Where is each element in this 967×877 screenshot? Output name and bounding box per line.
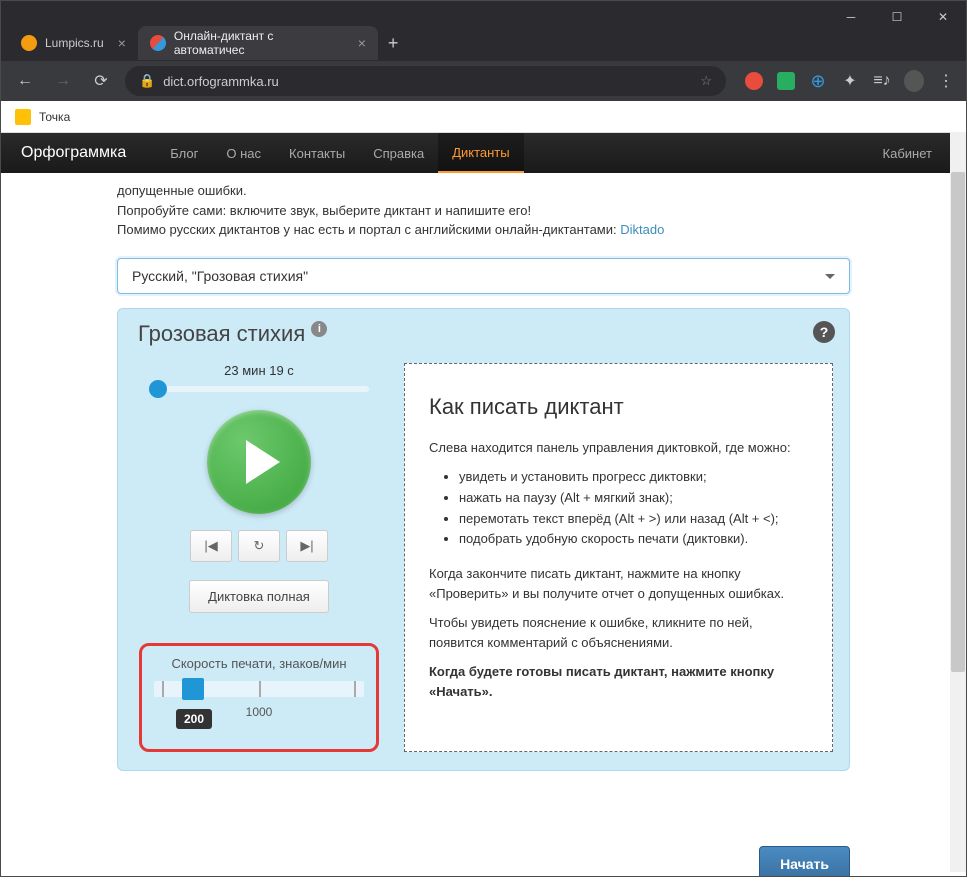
media-controls: |◀ ↻ ▶| bbox=[190, 530, 328, 562]
close-icon[interactable]: × bbox=[358, 35, 366, 51]
instructions-p3: Чтобы увидеть пояснение к ошибке, кликни… bbox=[429, 613, 808, 652]
list-item: подобрать удобную скорость печати (дикто… bbox=[459, 529, 808, 550]
window-controls: ─ ☐ ✕ bbox=[828, 1, 966, 33]
profile-avatar[interactable] bbox=[904, 71, 924, 91]
tab-orfogrammka[interactable]: Онлайн-диктант с автоматичес × bbox=[138, 26, 378, 60]
instructions-p2: Когда закончите писать диктант, нажмите … bbox=[429, 564, 808, 603]
titlebar: ─ ☐ ✕ Lumpics.ru × Онлайн-диктант с авто… bbox=[1, 1, 966, 61]
progress-handle[interactable] bbox=[149, 380, 167, 398]
speed-max-label: 1000 bbox=[246, 705, 273, 719]
site-header: Орфограммка Блог О нас Контакты Справка … bbox=[1, 133, 966, 173]
close-icon[interactable]: × bbox=[118, 35, 126, 51]
repeat-button[interactable]: ↻ bbox=[238, 530, 280, 562]
speed-current-badge: 200 bbox=[176, 709, 212, 729]
scrollbar[interactable] bbox=[950, 132, 966, 872]
next-button[interactable]: ▶| bbox=[286, 530, 328, 562]
mode-button[interactable]: Диктовка полная bbox=[189, 580, 329, 613]
list-item: нажать на паузу (Alt + мягкий знак); bbox=[459, 488, 808, 509]
player-column: 23 мин 19 с |◀ ↻ ▶| Диктовка полная Скор… bbox=[134, 323, 384, 752]
lock-icon: 🔒 bbox=[139, 73, 155, 89]
list-item: перемотать текст вперёд (Alt + >) или на… bbox=[459, 509, 808, 530]
intro-cut: допущенные ошибки. bbox=[117, 181, 850, 201]
back-button[interactable]: ← bbox=[11, 67, 39, 95]
forward-button[interactable]: → bbox=[49, 67, 77, 95]
extension-icon[interactable]: ⊕ bbox=[808, 71, 828, 91]
maximize-button[interactable]: ☐ bbox=[874, 1, 920, 33]
dictation-select[interactable]: Русский, "Грозовая стихия" bbox=[117, 258, 850, 294]
address-bar: ← → ⟳ 🔒 dict.orfogrammka.ru ☆ ⊕ ✦ ≡♪ ⋮ bbox=[1, 61, 966, 101]
speed-slider[interactable] bbox=[154, 681, 364, 697]
list-item: увидеть и установить прогресс диктовки; bbox=[459, 467, 808, 488]
tab-title: Lumpics.ru bbox=[45, 36, 104, 50]
site-logo[interactable]: Орфограммка bbox=[21, 144, 126, 162]
start-button[interactable]: Начать bbox=[759, 846, 850, 876]
panel-title: Грозовая стихия i bbox=[138, 321, 327, 347]
url-field[interactable]: 🔒 dict.orfogrammka.ru ☆ bbox=[125, 66, 726, 96]
speed-tick bbox=[259, 681, 261, 697]
speed-tick bbox=[354, 681, 356, 697]
tabs-row: Lumpics.ru × Онлайн-диктант с автоматиче… bbox=[9, 25, 408, 61]
progress-slider[interactable] bbox=[149, 386, 369, 392]
folder-icon bbox=[15, 109, 31, 125]
favicon-icon bbox=[21, 35, 37, 51]
nav-blog[interactable]: Блог bbox=[156, 133, 212, 173]
intro-line: Помимо русских диктантов у нас есть и по… bbox=[117, 220, 850, 240]
playlist-icon[interactable]: ≡♪ bbox=[872, 71, 892, 91]
scroll-thumb[interactable] bbox=[951, 172, 965, 672]
instructions-p4: Когда будете готовы писать диктант, нажм… bbox=[429, 662, 808, 701]
instructions-p1: Слева находится панель управления диктов… bbox=[429, 438, 808, 458]
url-text: dict.orfogrammka.ru bbox=[163, 74, 279, 89]
instructions-box: Как писать диктант Слева находится панел… bbox=[404, 363, 833, 752]
bookmark-item[interactable]: Точка bbox=[39, 110, 70, 124]
panel-title-text: Грозовая стихия bbox=[138, 321, 305, 346]
toolbar-icons: ⊕ ✦ ≡♪ ⋮ bbox=[744, 71, 956, 91]
speed-values: 200 1000 bbox=[154, 703, 364, 733]
instructions-strong: Когда будете готовы писать диктант, нажм… bbox=[429, 664, 774, 699]
speed-label: Скорость печати, знаков/мин bbox=[154, 656, 364, 671]
intro-text: допущенные ошибки. Попробуйте сами: вклю… bbox=[17, 173, 950, 250]
play-button[interactable] bbox=[207, 410, 311, 514]
minimize-button[interactable]: ─ bbox=[828, 1, 874, 33]
bookmarks-bar: Точка bbox=[1, 101, 966, 133]
tab-lumpics[interactable]: Lumpics.ru × bbox=[9, 26, 138, 60]
nav-about[interactable]: О нас bbox=[212, 133, 275, 173]
favicon-icon bbox=[150, 35, 166, 51]
intro-line: Попробуйте сами: включите звук, выберите… bbox=[117, 201, 850, 221]
browser-window: ─ ☐ ✕ Lumpics.ru × Онлайн-диктант с авто… bbox=[0, 0, 967, 877]
new-tab-button[interactable]: + bbox=[378, 33, 409, 54]
star-icon[interactable]: ☆ bbox=[700, 73, 712, 89]
duration-label: 23 мин 19 с bbox=[224, 363, 294, 378]
speed-box: Скорость печати, знаков/мин 200 1000 bbox=[139, 643, 379, 752]
speed-handle[interactable] bbox=[182, 678, 204, 700]
play-icon bbox=[246, 440, 280, 484]
info-icon[interactable]: i bbox=[311, 321, 327, 337]
nav-cabinet[interactable]: Кабинет bbox=[869, 133, 946, 173]
instructions-heading: Как писать диктант bbox=[429, 394, 808, 420]
extension-icon[interactable] bbox=[776, 71, 796, 91]
prev-button[interactable]: |◀ bbox=[190, 530, 232, 562]
nav-help[interactable]: Справка bbox=[359, 133, 438, 173]
instructions-list: увидеть и установить прогресс диктовки; … bbox=[459, 467, 808, 550]
tab-title: Онлайн-диктант с автоматичес bbox=[174, 29, 344, 57]
diktado-link[interactable]: Diktado bbox=[620, 222, 664, 237]
help-icon[interactable]: ? bbox=[813, 321, 835, 343]
close-button[interactable]: ✕ bbox=[920, 1, 966, 33]
dictation-panel: Грозовая стихия i ? 23 мин 19 с |◀ ↻ ▶| … bbox=[117, 308, 850, 771]
reload-button[interactable]: ⟳ bbox=[87, 67, 115, 95]
select-value: Русский, "Грозовая стихия" bbox=[132, 268, 308, 284]
page-content: допущенные ошибки. Попробуйте сами: вклю… bbox=[1, 173, 966, 876]
extension-icon[interactable] bbox=[744, 71, 764, 91]
extensions-button[interactable]: ✦ bbox=[840, 71, 860, 91]
nav-contacts[interactable]: Контакты bbox=[275, 133, 359, 173]
intro-pre: Помимо русских диктантов у нас есть и по… bbox=[117, 222, 620, 237]
speed-tick bbox=[162, 681, 164, 697]
menu-button[interactable]: ⋮ bbox=[936, 71, 956, 91]
nav-dictations[interactable]: Диктанты bbox=[438, 133, 523, 173]
